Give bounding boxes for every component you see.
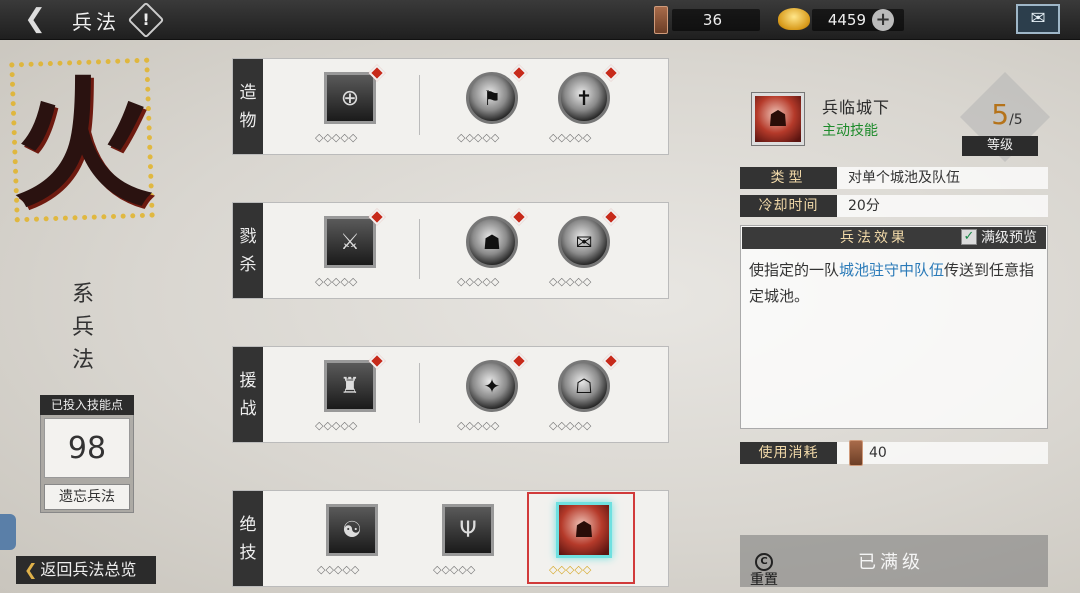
reset-button[interactable]: C 重置: [744, 552, 784, 588]
level-pips-icon: ◇◇◇◇◇: [315, 419, 358, 432]
max-level-label: 已满级: [858, 552, 924, 573]
back-arrow-icon[interactable]: ❮: [10, 4, 60, 36]
skill-slot[interactable]: ☯: [323, 501, 381, 559]
new-badge-icon: [602, 64, 620, 82]
command-token-icon: ✉: [558, 216, 610, 268]
skill-slot[interactable]: ✝: [555, 64, 620, 127]
skill-row: 援战 ♜ ◇◇◇◇◇ ✦ ◇◇◇◇◇ ☖ ◇◇◇◇◇: [232, 346, 669, 443]
skill-points-value: 98: [44, 418, 130, 478]
spear-warrior-icon: ⚔: [324, 216, 376, 268]
level-pips-icon: ◇◇◇◇◇: [317, 563, 360, 576]
flag-bearer-icon: ⚑: [466, 72, 518, 124]
row-label: 造物: [233, 59, 263, 154]
effect-highlight: 城池驻守中队伍: [839, 261, 945, 279]
skill-slot[interactable]: ⊕: [321, 64, 386, 127]
level-pips-icon: ◇◇◇◇◇: [549, 131, 592, 144]
troops-at-gates-icon: ☗: [752, 93, 804, 145]
max-preview-checkbox[interactable]: ✓: [961, 229, 977, 245]
return-overview-button[interactable]: ❮ 返回兵法总览: [16, 556, 156, 584]
row-divider: [419, 75, 420, 135]
city-gate-icon: ♜: [324, 360, 376, 412]
charging-soldier-icon: ☗: [466, 216, 518, 268]
school-emblem: 火: [12, 63, 153, 227]
skill-slot[interactable]: ☖: [555, 352, 620, 415]
reset-label: 重置: [750, 572, 778, 588]
level-pips-icon: ◇◇◇◇◇: [457, 275, 500, 288]
gold-ingot-icon: [778, 8, 810, 30]
new-badge-icon: [602, 352, 620, 370]
effect-title: 兵法效果: [840, 230, 908, 246]
effect-text-pre: 使指定的一队: [749, 261, 840, 279]
prop-key: 类型: [740, 167, 837, 189]
helmet-general-icon: ☖: [558, 360, 610, 412]
row-divider: [419, 219, 420, 279]
skill-slot[interactable]: Ψ: [439, 501, 497, 559]
level-pips-icon: ◇◇◇◇◇: [315, 131, 358, 144]
prop-row-type: 类型 对单个城池及队伍: [740, 167, 1048, 189]
mail-icon[interactable]: ✉: [1016, 4, 1060, 34]
token-icon: [849, 440, 863, 466]
level-pips-icon: ◇◇◇◇◇: [457, 131, 500, 144]
skill-slot[interactable]: ✉: [555, 208, 620, 271]
level-pips-icon: ◇◇◇◇◇: [315, 275, 358, 288]
max-preview-label[interactable]: 满级预览: [981, 227, 1037, 249]
level-pips-icon: ◇◇◇◇◇: [549, 419, 592, 432]
level-max: /5: [1009, 112, 1023, 128]
effect-panel: [740, 225, 1048, 429]
page-title: 兵法: [72, 10, 120, 34]
crossroad-emblem-icon: ⊕: [324, 72, 376, 124]
token-icon: [654, 6, 668, 34]
trident-icon: Ψ: [442, 504, 494, 556]
skill-name: 兵临城下: [822, 98, 891, 117]
side-tab-icon[interactable]: [0, 514, 16, 550]
skill-type: 主动技能: [822, 123, 878, 139]
reset-icon: C: [755, 553, 773, 571]
cost-value: 40: [869, 445, 887, 461]
prop-value: 对单个城池及队伍: [848, 170, 960, 186]
skill-slot[interactable]: ☗: [463, 208, 528, 271]
new-badge-icon: [510, 208, 528, 226]
token-count: 36: [672, 9, 760, 31]
info-mark: !: [142, 10, 150, 29]
level-pips-icon: ◇◇◇◇◇: [549, 275, 592, 288]
skill-slot[interactable]: ⚑: [463, 64, 528, 127]
level-current: 5: [991, 98, 1010, 131]
add-gold-button[interactable]: +: [872, 9, 894, 31]
school-name: 系兵法: [71, 282, 94, 373]
forget-tactics-button[interactable]: 遗忘兵法: [44, 484, 130, 510]
prop-row-cooldown: 冷却时间 20分: [740, 195, 1048, 217]
cost-row: 使用消耗: [740, 442, 1048, 464]
signpost-icon: ✝: [558, 72, 610, 124]
skill-row: 造物 ⊕ ◇◇◇◇◇ ⚑ ◇◇◇◇◇ ✝ ◇◇◇◇◇: [232, 58, 669, 155]
return-label: 返回兵法总览: [40, 560, 137, 579]
new-badge-icon: [510, 64, 528, 82]
new-badge-icon: [510, 352, 528, 370]
row-label: 援战: [233, 347, 263, 442]
skill-slot[interactable]: ⚔: [321, 208, 386, 271]
row-label: 绝技: [233, 491, 263, 586]
level-pips-icon: ◇◇◇◇◇: [457, 419, 500, 432]
row-divider: [419, 363, 420, 423]
level-label: 等级: [962, 136, 1038, 156]
effect-description: 使指定的一队城池驻守中队伍传送到任意指定城池。: [749, 257, 1041, 309]
skill-points-label: 已投入技能点: [40, 395, 134, 415]
chevron-left-icon: ❮: [24, 560, 38, 579]
skill-row: 戮杀 ⚔ ◇◇◇◇◇ ☗ ◇◇◇◇◇ ✉ ◇◇◇◇◇: [232, 202, 669, 299]
skill-slot[interactable]: ✦: [463, 352, 528, 415]
prop-value: 20分: [848, 198, 880, 214]
sitting-monk-icon: ☯: [326, 504, 378, 556]
level-value: 5/5: [972, 98, 1042, 131]
row-label: 戮杀: [233, 203, 263, 298]
new-badge-icon: [602, 208, 620, 226]
slash-strike-icon: ✦: [466, 360, 518, 412]
level-pips-icon: ◇◇◇◇◇: [433, 563, 476, 576]
cost-key: 使用消耗: [740, 442, 837, 464]
selected-skill-frame: [527, 492, 635, 584]
prop-key: 冷却时间: [740, 195, 837, 217]
skill-slot[interactable]: ♜: [321, 352, 386, 415]
